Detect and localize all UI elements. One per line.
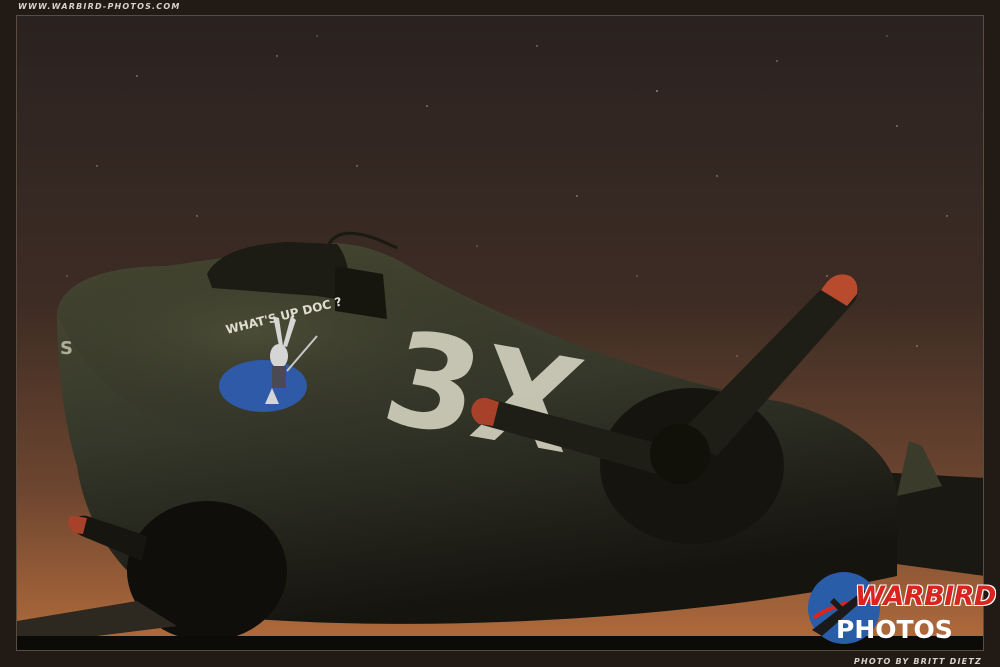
nose-letter: S bbox=[60, 338, 73, 359]
photo-frame: WWW.WARBIRD-PHOTOS.COM S WHAT'S UP DOC ?… bbox=[0, 0, 1000, 667]
logo-word-photos: PHOTOS bbox=[836, 615, 953, 644]
cockpit-side-window bbox=[335, 266, 387, 319]
nose-art-cloud bbox=[219, 360, 307, 412]
night-aircraft-scene: S WHAT'S UP DOC ? 3X bbox=[17, 16, 983, 650]
aircraft-photo: S WHAT'S UP DOC ? 3X bbox=[16, 15, 984, 651]
logo-word-warbird: WARBIRD bbox=[855, 581, 996, 612]
photo-credit: PHOTO BY BRITT DIETZ bbox=[853, 657, 982, 666]
warbird-photos-logo: WARBIRD PHOTOS bbox=[800, 566, 996, 652]
site-caption: WWW.WARBIRD-PHOTOS.COM bbox=[18, 2, 181, 11]
